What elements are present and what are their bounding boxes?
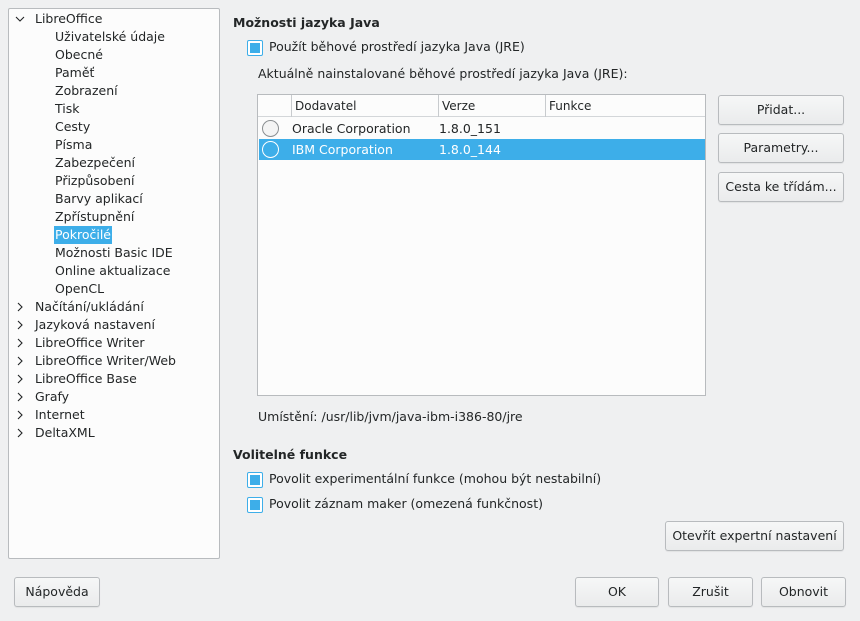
tree-item-label: Zpřístupnění — [55, 209, 135, 224]
tree-item-label: Grafy — [35, 389, 70, 404]
open-expert-configuration-button[interactable]: Otevřít expertní nastavení — [665, 521, 844, 551]
macro-recording-checkbox[interactable] — [247, 497, 263, 513]
tree-item-label: Cesty — [55, 119, 91, 134]
tree-item-label: Tisk — [55, 101, 80, 116]
help-button[interactable]: Nápověda — [14, 577, 100, 607]
jre-location: Umístění: /usr/lib/jvm/java-ibm-i386-80/… — [258, 409, 523, 424]
cancel-button[interactable]: Zrušit — [668, 577, 753, 607]
tree-item-label: Jazyková nastavení — [35, 317, 155, 332]
reset-button[interactable]: Obnovit — [761, 577, 846, 607]
tree-item-label: Přizpůsobení — [55, 173, 135, 188]
installed-jre-label: Aktuálně nainstalované běhové prostředí … — [258, 66, 628, 81]
jre-table-header: Dodavatel Verze Funkce — [258, 95, 705, 117]
tree-item-label: Paměť — [55, 65, 95, 80]
tree-item-libreoffice[interactable]: LibreOffice — [9, 10, 219, 28]
experimental-features-label[interactable]: Povolit experimentální funkce (mohou být… — [269, 471, 601, 486]
tree-item-label: LibreOffice Writer — [35, 335, 145, 350]
tree-item-label: Možnosti Basic IDE — [55, 245, 173, 260]
tree-item-label: LibreOffice Base — [35, 371, 137, 386]
jre-radio[interactable] — [262, 141, 279, 158]
macro-recording-label[interactable]: Povolit záznam maker (omezená funkčnost) — [269, 496, 543, 511]
tree-item-internet[interactable]: Internet — [9, 406, 219, 424]
experimental-features-checkbox[interactable] — [247, 472, 263, 488]
column-header-version[interactable]: Verze — [438, 95, 545, 117]
use-jre-label[interactable]: Použít běhové prostředí jazyka Java (JRE… — [269, 39, 525, 54]
add-jre-button[interactable]: Přidat... — [718, 95, 844, 125]
java-options-heading: Možnosti jazyka Java — [233, 15, 380, 30]
ok-button[interactable]: OK — [575, 577, 659, 607]
tree-item-writer-web[interactable]: LibreOffice Writer/Web — [9, 352, 219, 370]
tree-item-label: Barvy aplikací — [55, 191, 143, 206]
jre-radio[interactable] — [262, 120, 279, 137]
tree-item-label: Internet — [35, 407, 85, 422]
table-row[interactable]: IBM Corporation 1.8.0_144 — [259, 139, 705, 160]
tree-item-label: Načítání/ukládání — [35, 299, 144, 314]
jre-vendor: IBM Corporation — [292, 142, 393, 157]
tree-item-label: Zabezpečení — [55, 155, 135, 170]
jre-table[interactable]: Dodavatel Verze Funkce Oracle Corporatio… — [257, 94, 706, 396]
tree-item-base[interactable]: LibreOffice Base — [9, 370, 219, 388]
column-header-features[interactable]: Funkce — [545, 95, 705, 117]
tree-item-deltaxml[interactable]: DeltaXML — [9, 424, 219, 442]
chevron-right-icon[interactable] — [15, 374, 25, 384]
column-header-select[interactable] — [258, 95, 291, 117]
tree-item-label: Zobrazení — [55, 83, 118, 98]
tree-item-load-save[interactable]: Načítání/ukládání — [9, 298, 219, 316]
column-header-vendor[interactable]: Dodavatel — [291, 95, 438, 117]
table-row[interactable]: Oracle Corporation 1.8.0_151 — [259, 118, 705, 139]
chevron-right-icon[interactable] — [15, 302, 25, 312]
chevron-right-icon[interactable] — [15, 356, 25, 366]
jre-version: 1.8.0_144 — [439, 142, 501, 157]
parameters-button[interactable]: Parametry... — [718, 133, 844, 163]
options-tree[interactable]: LibreOffice Uživatelské údaje Obecné Pam… — [8, 8, 220, 559]
chevron-right-icon[interactable] — [15, 410, 25, 420]
tree-item-label: Písma — [55, 137, 93, 152]
optional-features-heading: Volitelné funkce — [233, 447, 348, 462]
chevron-right-icon[interactable] — [15, 428, 25, 438]
chevron-down-icon[interactable] — [15, 14, 25, 24]
classpath-button[interactable]: Cesta ke třídám... — [718, 172, 844, 202]
tree-item-label: Pokročilé — [54, 226, 112, 244]
tree-item-charts[interactable]: Grafy — [9, 388, 219, 406]
tree-item-label: Obecné — [55, 47, 103, 62]
tree-item-label: OpenCL — [55, 281, 105, 296]
tree-item-label: Online aktualizace — [55, 263, 171, 278]
jre-vendor: Oracle Corporation — [292, 121, 411, 136]
options-dialog: LibreOffice Uživatelské údaje Obecné Pam… — [0, 0, 860, 621]
tree-item-language-settings[interactable]: Jazyková nastavení — [9, 316, 219, 334]
chevron-right-icon[interactable] — [15, 392, 25, 402]
chevron-right-icon[interactable] — [15, 338, 25, 348]
jre-version: 1.8.0_151 — [439, 121, 501, 136]
tree-item-label: LibreOffice Writer/Web — [35, 353, 176, 368]
tree-item-writer[interactable]: LibreOffice Writer — [9, 334, 219, 352]
tree-item-label: DeltaXML — [35, 425, 95, 440]
chevron-right-icon[interactable] — [15, 320, 25, 330]
use-jre-checkbox[interactable] — [247, 40, 263, 56]
tree-item-label: LibreOffice — [35, 11, 103, 26]
tree-item-label: Uživatelské údaje — [55, 29, 165, 44]
